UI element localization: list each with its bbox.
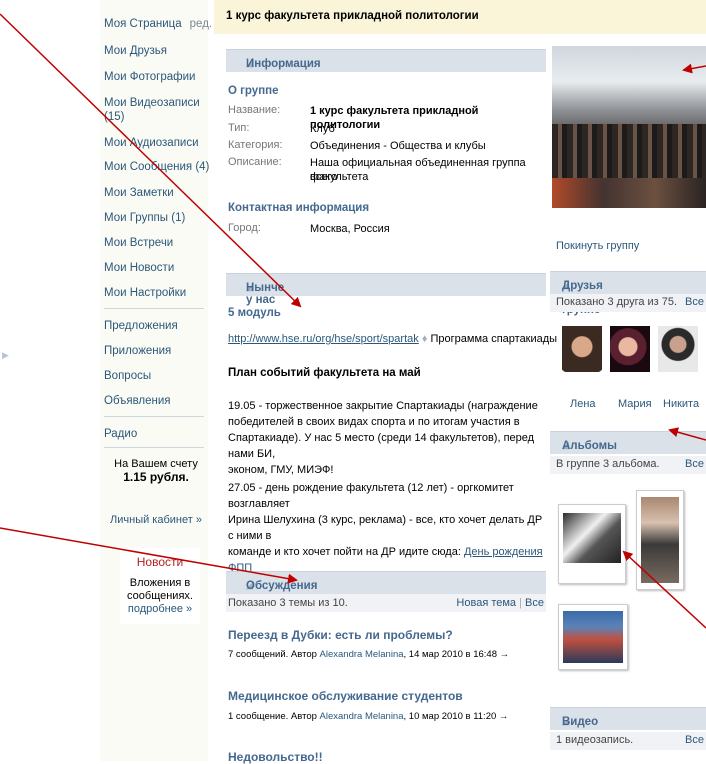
friends-summary-bar: Показано 3 друга из 75. Все xyxy=(550,294,706,312)
menu-ads[interactable]: Объявления xyxy=(104,394,171,408)
friends-count: Показано 3 друга из 75. xyxy=(556,296,678,308)
menu-settings[interactable]: Мои Настройки xyxy=(104,286,186,300)
plan-paragraph-1: 19.05 - торжественное закрытие Спартакиа… xyxy=(228,400,538,476)
friend-avatar-3[interactable] xyxy=(658,326,698,372)
menu-radio[interactable]: Радио xyxy=(104,427,137,441)
album-thumbnail-3[interactable] xyxy=(558,604,628,670)
page-title: 1 курс факультета прикладной политологии xyxy=(226,10,479,22)
menu-notes[interactable]: Мои Заметки xyxy=(104,186,174,200)
album-thumbnail-2[interactable] xyxy=(636,490,684,590)
menu-apps[interactable]: Приложения xyxy=(104,344,171,358)
contact-heading: Контактная информация xyxy=(228,202,370,214)
menu-questions[interactable]: Вопросы xyxy=(104,369,151,383)
all-videos-link[interactable]: Все xyxy=(685,734,704,746)
leave-group-link[interactable]: Покинуть группу xyxy=(556,240,639,252)
name-value: 1 курс факультета прикладной политологии xyxy=(310,105,479,131)
news-box: Новости Вложения в сообщениях. подробнее… xyxy=(120,548,200,624)
city-value: Москва, Россия xyxy=(310,223,390,235)
new-topic-link[interactable]: Новая тема xyxy=(456,597,516,609)
menu-audio[interactable]: Мои Аудиозаписи xyxy=(104,136,199,150)
group-title-bar: 1 курс факультета прикладной политологии xyxy=(214,0,706,34)
news-text: Вложения в сообщениях. xyxy=(127,577,193,602)
discussions-summary-bar: Показано 3 темы из 10. Новая тема | Все xyxy=(226,594,546,612)
sport-link-desc: Программа спартакиады xyxy=(430,333,558,345)
type-value: Клуб xyxy=(310,123,335,135)
description-line-2: факультета xyxy=(310,171,369,183)
menu-videos[interactable]: Мои Видеозаписи xyxy=(104,96,200,110)
sport-link-line: http://www.hse.ru/org/hse/sport/spartak … xyxy=(228,332,557,346)
friends-section-header[interactable]: ◢Друзья в группе xyxy=(550,271,706,316)
friend-avatar-2[interactable] xyxy=(610,326,650,372)
albums-section-header[interactable]: ◢ Альбомы xyxy=(550,431,706,454)
news-title: Новости xyxy=(136,555,184,569)
collapse-arrow-icon[interactable]: ▶ xyxy=(2,350,9,361)
friend-name-2[interactable]: Мария xyxy=(618,398,652,410)
topic-author-link[interactable]: Alexandra Melanina xyxy=(320,711,404,722)
menu-divider xyxy=(104,416,204,417)
video-count: 1 видеозапись. xyxy=(556,734,634,746)
menu-offers[interactable]: Предложения xyxy=(104,319,178,333)
friend-name-1[interactable]: Лена xyxy=(570,398,596,410)
all-friends-link[interactable]: Все xyxy=(685,296,704,308)
balance-label: На Вашем счету xyxy=(114,458,198,470)
all-albums-link[interactable]: Все xyxy=(685,458,704,470)
menu-divider xyxy=(104,308,204,309)
menu-photos[interactable]: Мои Фотографии xyxy=(104,70,195,84)
go-arrow-icon[interactable]: → xyxy=(500,649,510,660)
description-label: Описание: xyxy=(228,156,282,168)
balance-value: 1.15 рубля. xyxy=(123,470,189,484)
video-section-header[interactable]: ◢ Видео xyxy=(550,707,706,730)
left-strip: ▶ xyxy=(0,0,100,761)
menu-friends[interactable]: Мои Друзья xyxy=(104,44,167,58)
menu-videos-count[interactable]: (15) xyxy=(104,110,124,124)
type-label: Тип: xyxy=(228,122,250,134)
module-heading: 5 модуль xyxy=(228,307,281,319)
video-summary-bar: 1 видеозапись. Все xyxy=(550,732,706,750)
topic-meta-2: 1 сообщение. Автор Alexandra Melanina, 1… xyxy=(228,711,509,722)
topic-title-2[interactable]: Медицинское обслуживание студентов xyxy=(228,689,463,703)
now-section-header[interactable]: ◢ Нынче у нас xyxy=(226,273,546,306)
plan-title: План событий факультета на май xyxy=(228,367,421,379)
name-label: Название: xyxy=(228,104,281,116)
go-arrow-icon[interactable]: → xyxy=(499,711,509,722)
about-heading: О группе xyxy=(228,85,279,97)
friend-name-3[interactable]: Никита xyxy=(663,398,699,410)
cabinet-link[interactable]: Личный кабинет » xyxy=(108,514,204,526)
sport-link[interactable]: http://www.hse.ru/org/hse/sport/spartak xyxy=(228,333,419,345)
left-menu: Моя Страница ред. Мои Друзья Мои Фотограф… xyxy=(100,0,212,761)
city-label: Город: xyxy=(228,222,261,234)
edit-link[interactable]: ред. xyxy=(190,18,212,30)
topic-title-1[interactable]: Переезд в Дубки: есть ли проблемы? xyxy=(228,628,453,642)
group-photo[interactable] xyxy=(552,46,706,208)
albums-count: В группе 3 альбома. xyxy=(556,458,660,470)
friend-avatar-1[interactable] xyxy=(562,326,602,372)
news-more-link[interactable]: подробнее » xyxy=(120,603,200,615)
info-section-header[interactable]: ◢ Информация xyxy=(226,49,546,72)
link-arrow-icon: ♦ xyxy=(421,333,428,345)
menu-messages[interactable]: Мои Сообщения (4) xyxy=(104,160,209,174)
topic-author-link[interactable]: Alexandra Melanina xyxy=(320,649,404,660)
topic-title-3[interactable]: Недовольство!! xyxy=(228,750,323,764)
discussions-actions: Новая тема | Все xyxy=(456,597,544,609)
topic-meta-1: 7 сообщений. Автор Alexandra Melanina, 1… xyxy=(228,649,510,660)
album-thumbnail-1[interactable] xyxy=(558,504,626,584)
category-value: Объединения - Общества и клубы xyxy=(310,140,486,152)
all-topics-link[interactable]: Все xyxy=(525,597,544,609)
discussions-section-header[interactable]: ◢ Обсуждения xyxy=(226,571,546,594)
discussions-count: Показано 3 темы из 10. xyxy=(228,597,348,609)
category-label: Категория: xyxy=(228,139,283,151)
menu-events[interactable]: Мои Встречи xyxy=(104,236,173,250)
menu-groups[interactable]: Мои Группы (1) xyxy=(104,211,185,225)
balance-box: На Вашем счету 1.15 рубля. xyxy=(108,458,204,484)
menu-news[interactable]: Мои Новости xyxy=(104,261,174,275)
menu-my-page[interactable]: Моя Страница ред. xyxy=(104,17,212,31)
albums-summary-bar: В группе 3 альбома. Все xyxy=(550,456,706,474)
menu-divider xyxy=(104,447,204,448)
